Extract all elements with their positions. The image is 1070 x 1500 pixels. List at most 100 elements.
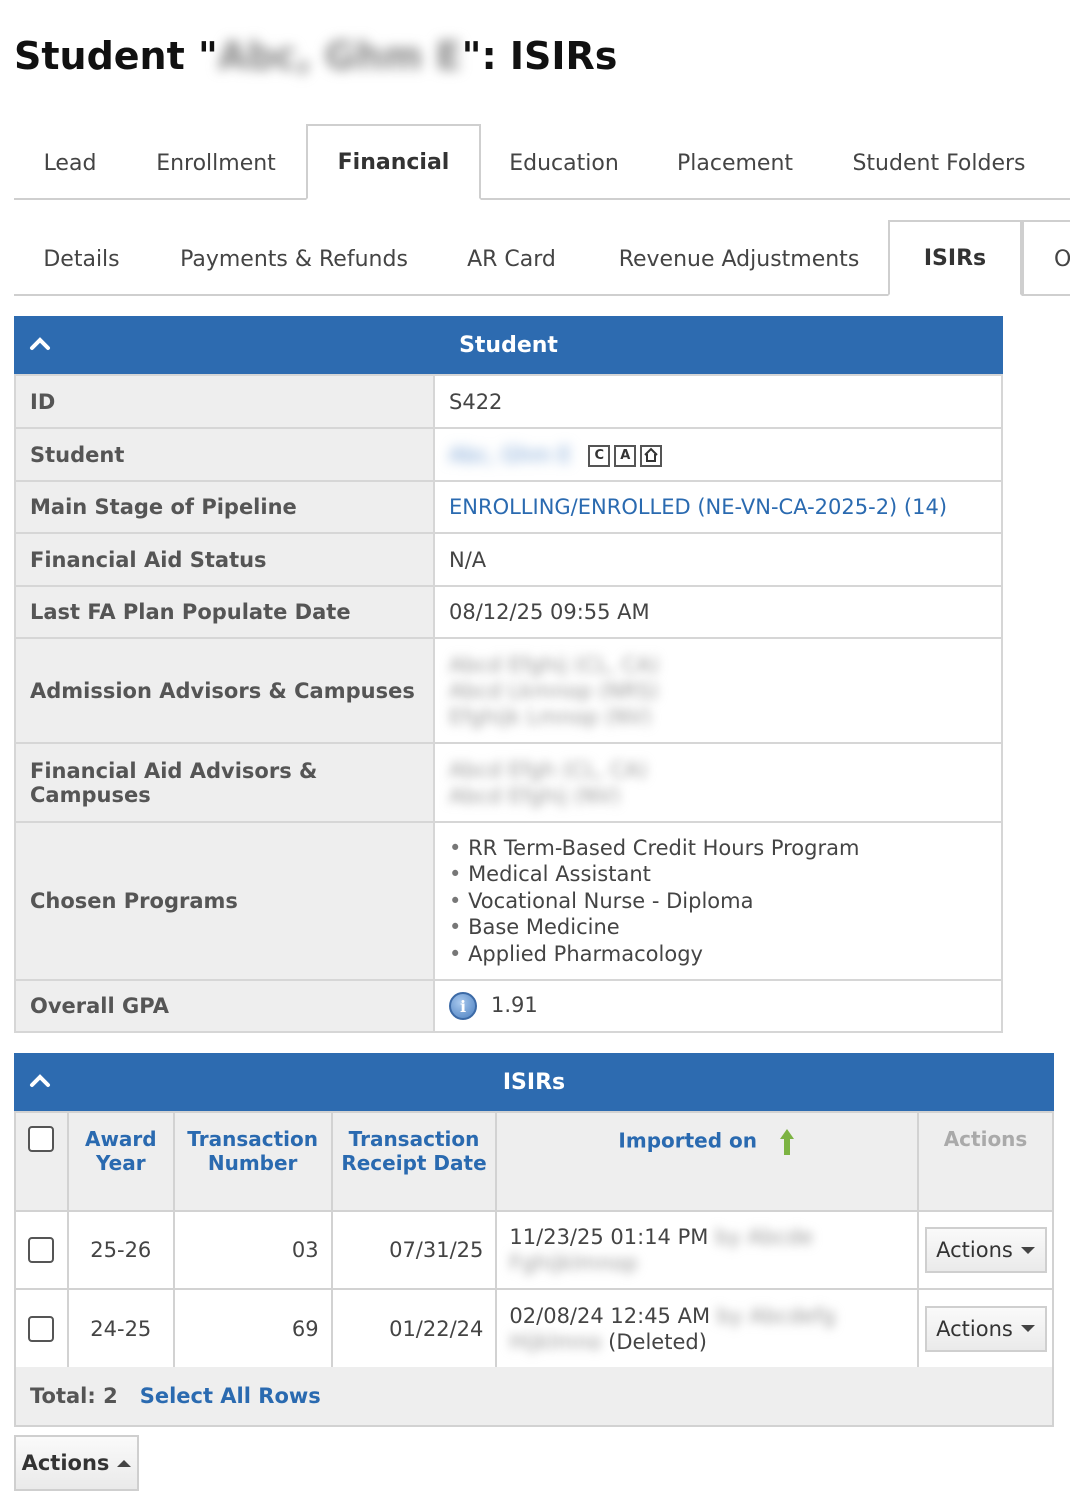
col-award-year[interactable]: Award Year <box>66 1111 175 1212</box>
col-actions: Actions <box>917 1111 1054 1212</box>
id-label: ID <box>14 374 435 429</box>
imported-on-cell: 02/08/24 12:45 AM by Abcdefg Hijklmno (D… <box>495 1288 920 1369</box>
tab-payments-refunds[interactable]: Payments & Refunds <box>164 222 424 296</box>
program-item: Base Medicine <box>449 914 987 941</box>
bulk-actions-label: Actions <box>21 1451 110 1475</box>
fa-advisors-label: Financial Aid Advisors & Campuses <box>14 742 435 823</box>
isir-panel-header: ISIRs <box>14 1053 1054 1111</box>
row-actions-dropdown[interactable]: Actions <box>924 1305 1047 1352</box>
info-icon[interactable]: i <box>449 992 477 1020</box>
row-actions-cell: Actions <box>917 1210 1054 1290</box>
col-transaction-number[interactable]: Transaction Number <box>172 1111 333 1212</box>
detail-row-fa-status: Financial Aid Status N/A <box>14 532 1003 587</box>
bulk-actions-button[interactable]: Actions <box>14 1435 139 1491</box>
collapse-chevron-up-icon[interactable] <box>28 332 52 356</box>
detail-row-programs: Chosen Programs RR Term-Based Credit Hou… <box>14 821 1003 981</box>
fa-status-label: Financial Aid Status <box>14 532 435 587</box>
detail-row-admission-advisors: Admission Advisors & Campuses Abcd Efghi… <box>14 637 1003 744</box>
pipeline-stage-link[interactable]: ENROLLING/ENROLLED (NE-VN-CA-2025-2) (14… <box>449 495 947 519</box>
col-imported-on[interactable]: Imported on <box>618 1129 757 1153</box>
student-label: Student <box>14 427 435 482</box>
table-row: 25-26 03 07/31/25 11/23/25 01:14 PM by A… <box>14 1210 1054 1290</box>
collapse-chevron-up-icon[interactable] <box>28 1069 52 1093</box>
row-checkbox[interactable] <box>28 1237 55 1263</box>
col-receipt-date[interactable]: Transaction Receipt Date <box>330 1111 498 1212</box>
row-actions-cell: Actions <box>917 1288 1054 1369</box>
tab-overflow[interactable]: O <box>1022 220 1070 296</box>
page-title: Student "Abc, Ghm E": ISIRs <box>14 34 617 78</box>
total-count: Total: 2 <box>30 1384 118 1408</box>
receipt-date-cell: 01/22/24 <box>330 1288 498 1369</box>
program-item: Medical Assistant <box>449 861 987 888</box>
student-detail-table: ID S422 Student Abc, Ghm E CA Main Stage… <box>14 374 1003 1033</box>
tab-revenue-adjustments[interactable]: Revenue Adjustments <box>604 222 874 296</box>
address-a-icon[interactable]: A <box>614 444 637 467</box>
tab-enrollment[interactable]: Enrollment <box>140 126 292 200</box>
id-value: S422 <box>433 374 1003 429</box>
tab-ar-card[interactable]: AR Card <box>454 222 569 296</box>
row-checkbox[interactable] <box>28 1315 55 1342</box>
programs-list: RR Term-Based Credit Hours Program Medic… <box>449 835 987 968</box>
isir-table: Award Year Transaction Number Transactio… <box>14 1111 1054 1369</box>
admission-advisor-line: Abcd Efghij (CL, CA) <box>449 652 660 677</box>
admission-advisor-line: Efghijk Lmnop (NV) <box>449 704 652 729</box>
deleted-status: (Deleted) <box>608 1329 707 1354</box>
page-title-student-name: Abc, Ghm E <box>217 34 462 78</box>
gpa-value: 1.91 <box>491 993 538 1017</box>
pipeline-value-cell: ENROLLING/ENROLLED (NE-VN-CA-2025-2) (14… <box>433 480 1003 534</box>
caret-up-icon <box>117 1459 132 1467</box>
imported-on-datetime: 11/23/25 01:14 PM <box>509 1225 709 1249</box>
fa-advisor-line: Abcd Efgh (CL, CA) <box>449 757 648 782</box>
award-year-cell: 24-25 <box>66 1288 175 1369</box>
admission-advisor-line: Abcd Lkmnop (NRS) <box>449 678 659 703</box>
student-panel-header: Student <box>14 316 1003 374</box>
imported-on-datetime: 02/08/24 12:45 AM <box>509 1303 711 1328</box>
program-item: RR Term-Based Credit Hours Program <box>449 835 987 862</box>
page-title-suffix: ": ISIRs <box>461 34 618 78</box>
detail-row-pipeline: Main Stage of Pipeline ENROLLING/ENROLLE… <box>14 480 1003 534</box>
row-select-cell <box>14 1288 69 1369</box>
programs-label: Chosen Programs <box>14 821 435 981</box>
detail-row-fa-plan-date: Last FA Plan Populate Date 08/12/25 09:5… <box>14 585 1003 639</box>
row-actions-label: Actions <box>936 1316 1013 1341</box>
home-icon[interactable] <box>640 444 663 467</box>
detail-row-student: Student Abc, Ghm E CA <box>14 427 1003 482</box>
select-all-rows-link[interactable]: Select All Rows <box>140 1384 321 1408</box>
row-actions-label: Actions <box>936 1238 1013 1262</box>
fa-plan-date-value: 08/12/25 09:55 AM <box>433 585 1003 639</box>
admission-advisors-label: Admission Advisors & Campuses <box>14 637 435 744</box>
program-item: Vocational Nurse - Diploma <box>449 888 987 915</box>
sort-ascending-arrow-icon[interactable] <box>778 1127 796 1157</box>
tab-isirs[interactable]: ISIRs <box>888 220 1022 296</box>
gpa-value-cell: i 1.91 <box>433 979 1003 1033</box>
tab-financial[interactable]: Financial <box>306 124 481 200</box>
fa-plan-date-label: Last FA Plan Populate Date <box>14 585 435 639</box>
transaction-number-cell: 69 <box>172 1288 333 1369</box>
col-imported-on-header[interactable]: Imported on <box>495 1111 920 1212</box>
student-panel-title: Student <box>459 332 558 358</box>
imported-on-cell: 11/23/25 01:14 PM by Abcde Fghijklmnop <box>495 1210 920 1290</box>
tab-education[interactable]: Education <box>494 126 634 200</box>
admission-advisors-value: Abcd Efghij (CL, CA) Abcd Lkmnop (NRS) E… <box>433 637 1003 744</box>
contact-c-icon[interactable]: C <box>588 444 611 467</box>
isir-header-row: Award Year Transaction Number Transactio… <box>14 1111 1054 1212</box>
tab-details[interactable]: Details <box>24 222 139 296</box>
fa-advisors-value: Abcd Efgh (CL, CA) Abcd Efghij (NV) <box>433 742 1003 823</box>
tab-student-folders[interactable]: Student Folders <box>839 126 1039 200</box>
row-select-cell <box>14 1210 69 1290</box>
program-item: Applied Pharmacology <box>449 941 987 968</box>
table-footer: Total: 2 Select All Rows <box>14 1367 1054 1427</box>
secondary-tabs: Details Payments & Refunds AR Card Reven… <box>14 220 1070 296</box>
caret-down-icon <box>1020 1325 1035 1332</box>
select-all-checkbox[interactable] <box>28 1125 55 1152</box>
table-row: 24-25 69 01/22/24 02/08/24 12:45 AM by A… <box>14 1288 1054 1369</box>
caret-down-icon <box>1020 1246 1035 1254</box>
student-name-link[interactable]: Abc, Ghm E <box>449 443 572 467</box>
row-actions-dropdown[interactable]: Actions <box>924 1227 1047 1273</box>
tab-lead[interactable]: Lead <box>14 126 126 200</box>
transaction-number-cell: 03 <box>172 1210 333 1290</box>
gpa-label: Overall GPA <box>14 979 435 1033</box>
fa-advisor-line: Abcd Efghij (NV) <box>449 783 621 808</box>
tab-placement[interactable]: Placement <box>659 126 811 200</box>
detail-row-id: ID S422 <box>14 374 1003 429</box>
